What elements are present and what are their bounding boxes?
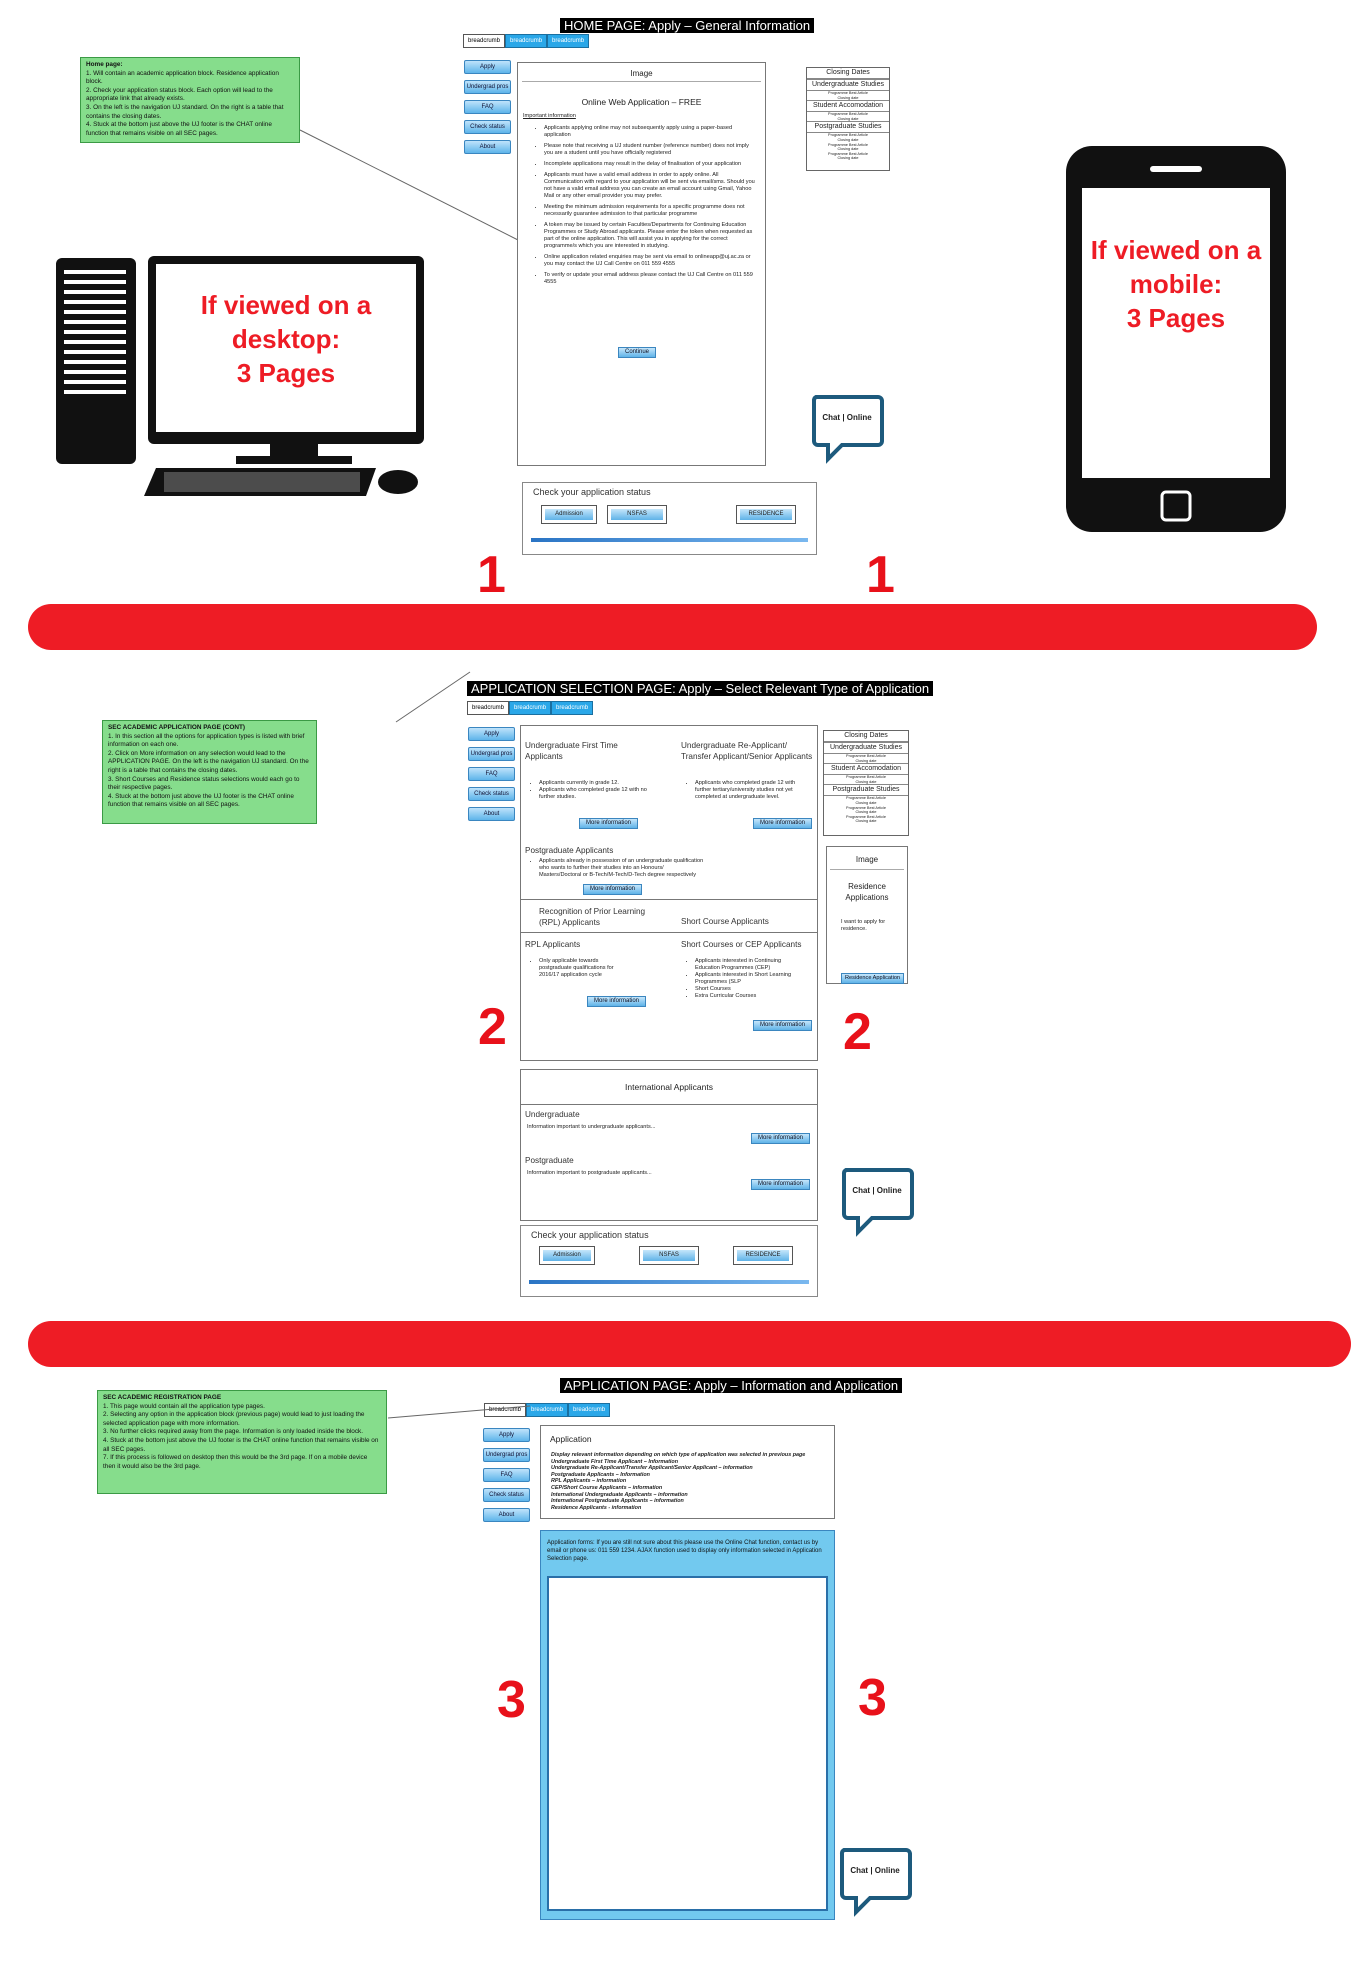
page-number: 3 [858,1669,887,1727]
info-line: Residence Applicants - information [551,1504,642,1511]
info-line: Postgraduate Applicants – Information [551,1471,650,1478]
info-line: Display relevant information depending o… [551,1452,806,1458]
page-number: 3 [497,1671,526,1729]
info-line: Undergraduate First Time Applicant – Inf… [551,1458,678,1465]
info-line: International Undergraduate Applicants –… [551,1491,688,1498]
chat-label: Chat | Online [850,1866,900,1875]
application-lines: Display relevant information depending o… [551,1452,828,1511]
info-line: CEP/Short Course Applicants – informatio… [551,1484,663,1491]
form-text: Application forms: If you are still not … [547,1540,822,1562]
info-line: International Postgraduate Applicants – … [551,1498,684,1505]
application-info-panel: Application Display relevant information… [540,1425,835,1519]
chat-bubble-icon [839,1848,912,1917]
application-form-panel: Application forms: If you are still not … [540,1530,835,1920]
form-area[interactable] [547,1576,828,1911]
info-line: Undergraduate Re-Applicant/Transfer Appl… [551,1465,753,1472]
application-title: Application [550,1434,592,1444]
chat-online-button[interactable]: Chat | Online [838,1846,914,1918]
info-line: RPL Applicants – information [551,1478,627,1485]
